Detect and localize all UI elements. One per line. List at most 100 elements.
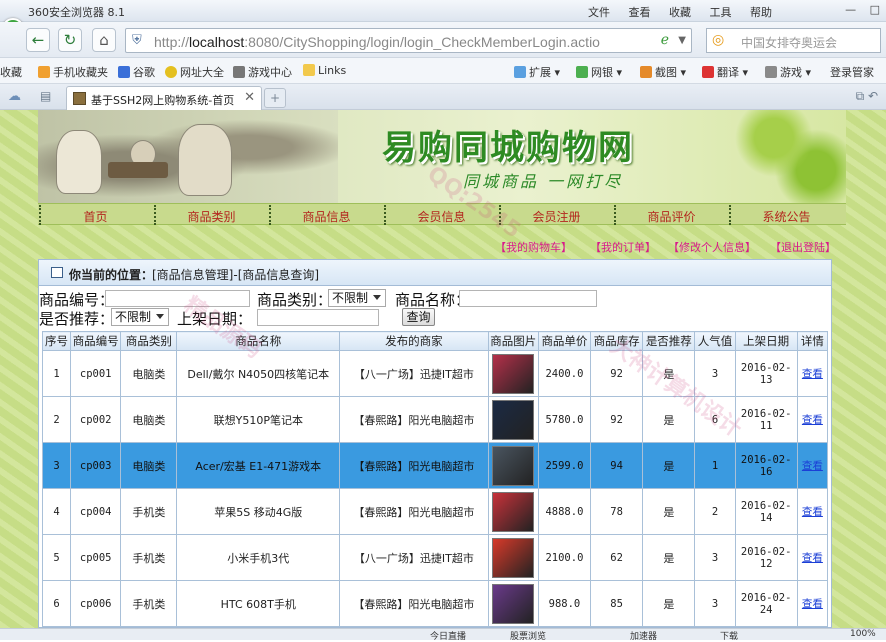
cell-name: 苹果5S 移动4G版 [176,488,341,535]
site-subtitle: 同城商品 一网打尽 [463,172,624,191]
table-row[interactable]: 4 cp004 手机类 苹果5S 移动4G版 【春熙路】阳光电脑超市 4888.0 78 是 2… [41,488,829,535]
table-row[interactable]: 2 cp002 电脑类 联想Y510P笔记本 【春熙路】阳光电脑超市 5780.0 92 是 6… [41,396,829,443]
cell-hits: 3 [694,350,736,397]
menu-view[interactable]: 查看 [629,6,651,19]
cell-date: 2016-02-11 [734,396,798,443]
toolbar-games[interactable]: 游戏 ▾ [765,64,811,80]
cell-hits: 6 [694,396,736,443]
status-live[interactable]: 今日直播 [430,629,466,642]
cell-price: 5780.0 [537,396,592,443]
browser-titlebar: 360安全浏览器 8.1 文件 查看 收藏 工具 帮助 — □ [0,0,886,22]
nav-announcements[interactable]: 系统公告 [729,208,844,225]
menu-tools[interactable]: 工具 [710,6,732,19]
tab-active[interactable]: 基于SSH2网上购物系统-首页 ✕ [66,86,262,110]
nav-members[interactable]: 会员信息 [384,208,499,225]
product-image[interactable] [492,399,535,440]
menu-favorites[interactable]: 收藏 [669,6,691,19]
nav-register[interactable]: 会员注册 [499,208,614,225]
link-cart[interactable]: 【我的购物车】 [495,239,572,255]
restore-tab-icon[interactable]: ⧉ ↶ [856,89,878,104]
category-select[interactable]: 不限制 [328,289,386,307]
status-stocks[interactable]: 股票浏览 [510,629,546,642]
address-url[interactable]: http://localhost:8080/CityShopping/login… [154,34,634,50]
home-icon[interactable]: ⌂ [92,28,116,52]
toolbar-bank[interactable]: 网银 ▾ [576,64,622,80]
cloud-icon[interactable]: ☁ [8,89,21,104]
minimize-icon[interactable]: — [845,3,856,16]
cell-price: 988.0 [537,580,592,627]
status-accelerator[interactable]: 加速器 [630,629,657,642]
chevron-down-icon[interactable]: ▼ [678,35,686,46]
cell-name: 联想Y510P笔记本 [176,396,341,443]
recommend-label: 是否推荐： [39,311,115,328]
product-image[interactable] [492,583,535,624]
view-detail-link[interactable]: 查看 [802,598,823,610]
nav-reviews[interactable]: 商品评价 [614,208,729,225]
new-tab-button[interactable]: + [264,88,286,108]
name-input[interactable] [459,290,597,307]
nav-products[interactable]: 商品信息 [269,208,384,225]
view-detail-link[interactable]: 查看 [802,460,823,472]
cell-date: 2016-02-12 [734,534,798,581]
bookmark-favorites[interactable]: 收藏 [0,64,22,80]
nav-categories[interactable]: 商品类别 [154,208,269,225]
close-icon[interactable]: ✕ [244,90,255,105]
cell-recommend: 是 [642,442,696,489]
table-row[interactable]: 6 cp006 手机类 HTC 608T手机 【春熙路】阳光电脑超市 988.0 85 是 3 2… [41,580,829,627]
bookmark-links[interactable]: Links [303,64,346,77]
cell-price: 2599.0 [537,442,592,489]
view-detail-link[interactable]: 查看 [802,368,823,380]
query-button[interactable]: 查询 [402,308,435,326]
menu-file[interactable]: 文件 [588,6,610,19]
address-bar[interactable]: ⛨ http://localhost:8080/CityShopping/log… [125,28,692,53]
product-image[interactable] [492,491,535,532]
table-row[interactable]: 3 cp003 电脑类 Acer/宏基 E1-471游戏本 【春熙路】阳光电脑超市 259… [41,442,829,489]
search-engine-icon[interactable]: ◎ [712,32,724,48]
link-edit-profile[interactable]: 【修改个人信息】 [668,239,756,255]
bookmark-hao[interactable]: 网址大全 [165,64,224,80]
cell-image [487,534,539,581]
tab-title: 基于SSH2网上购物系统-首页 [91,94,235,107]
cell-name: HTC 608T手机 [176,580,341,627]
date-label: 上架日期： [177,311,253,328]
status-downloads[interactable]: 下载 [720,629,738,642]
toolbar-login[interactable]: 登录管家 [830,64,874,80]
cell-hits: 3 [694,534,736,581]
search-box[interactable]: ◎ 中国女排夺奥运会 [706,28,881,53]
web-page: 易购同城购物网 同城商品 一网打尽 首页 商品类别 商品信息 会员信息 会员注册… [0,110,886,628]
product-image[interactable] [492,445,535,486]
zoom-level[interactable]: 100% [850,629,876,639]
nav-home[interactable]: 首页 [38,208,153,225]
table-row[interactable]: 5 cp005 手机类 小米手机3代 【八一广场】迅捷IT超市 2100.0 62 是 3 201… [41,534,829,581]
cell-recommend: 是 [642,396,696,443]
bookmark-mobile[interactable]: 手机收藏夹 [38,64,108,80]
back-icon[interactable]: ← [26,28,50,52]
maximize-icon[interactable]: □ [870,3,880,16]
link-logout[interactable]: 【退出登陆】 [770,239,836,255]
tab-list-icon[interactable]: ▤ [40,89,51,103]
ie-mode-icon[interactable]: ℯ [661,32,669,48]
table-row[interactable]: 1 cp001 电脑类 Dell/戴尔 N4050四核笔记本 【八一广场】迅捷IT超市 2… [41,350,829,397]
date-input[interactable] [257,309,379,326]
cell-recommend: 是 [642,580,696,627]
toolbar-extensions[interactable]: 扩展 ▾ [514,64,560,80]
view-detail-link[interactable]: 查看 [802,414,823,426]
refresh-icon[interactable]: ↻ [58,28,82,52]
product-image[interactable] [492,537,535,578]
recommend-select[interactable]: 不限制 [111,308,169,326]
view-detail-link[interactable]: 查看 [802,506,823,518]
product-image[interactable] [492,353,535,394]
toolbar-translate[interactable]: 翻译 ▾ [702,64,748,80]
view-detail-link[interactable]: 查看 [802,552,823,564]
cell-shop: 【八一广场】迅捷IT超市 [339,350,489,397]
bookmark-games[interactable]: 游戏中心 [233,64,292,80]
toolbar-screenshot[interactable]: 截图 ▾ [640,64,686,80]
cell-image [487,580,539,627]
site-banner: 易购同城购物网 同城商品 一网打尽 [38,110,846,203]
link-orders[interactable]: 【我的订单】 [590,239,656,255]
bookmark-google[interactable]: 谷歌 [118,64,155,80]
code-input[interactable] [105,290,250,307]
menu-help[interactable]: 帮助 [750,6,772,19]
cell-detail: 查看 [796,396,829,443]
search-input[interactable]: 中国女排夺奥运会 [741,34,837,51]
